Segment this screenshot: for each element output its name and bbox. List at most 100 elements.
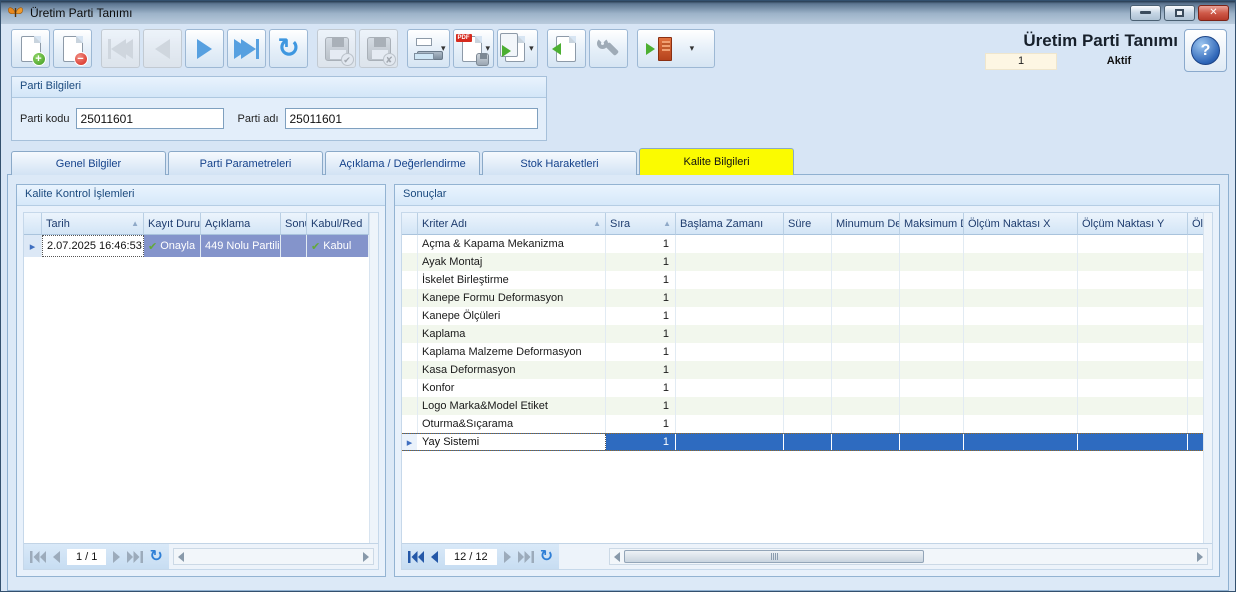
table-cell[interactable]: 1 xyxy=(606,361,676,379)
table-cell[interactable] xyxy=(784,434,832,450)
column-header-aciklama[interactable]: Açıklama xyxy=(201,213,281,235)
column-header-sira[interactable]: Sıra▲ xyxy=(606,213,676,235)
table-cell[interactable] xyxy=(784,325,832,343)
save-confirm-button[interactable]: ✔ xyxy=(317,29,356,68)
pager-first-button[interactable] xyxy=(408,551,424,563)
table-row[interactable]: İskelet Birleştirme1 xyxy=(402,271,1203,289)
table-cell[interactable] xyxy=(1078,397,1188,415)
row-indicator[interactable] xyxy=(402,253,418,271)
scroll-left-icon[interactable] xyxy=(178,552,184,562)
table-cell[interactable] xyxy=(676,397,784,415)
table-cell[interactable] xyxy=(832,253,900,271)
table-cell[interactable] xyxy=(784,361,832,379)
table-cell[interactable]: Kanepe Formu Deformasyon xyxy=(418,289,606,307)
refresh-button[interactable]: ↻ xyxy=(269,29,308,68)
previous-record-button[interactable] xyxy=(143,29,182,68)
tab-aciklama-degerlendirme[interactable]: Açıklama / Değerlendirme xyxy=(325,151,480,175)
table-cell[interactable] xyxy=(676,289,784,307)
table-cell[interactable] xyxy=(900,235,964,253)
table-cell[interactable]: 1 xyxy=(606,307,676,325)
row-indicator[interactable] xyxy=(402,343,418,361)
table-cell[interactable] xyxy=(1188,343,1203,361)
table-cell[interactable] xyxy=(1078,289,1188,307)
table-cell[interactable] xyxy=(1188,434,1203,450)
table-cell[interactable] xyxy=(964,235,1078,253)
table-cell[interactable] xyxy=(1078,415,1188,433)
table-cell[interactable] xyxy=(900,415,964,433)
table-cell[interactable] xyxy=(1188,397,1203,415)
row-indicator[interactable] xyxy=(402,325,418,343)
close-button[interactable]: ✕ xyxy=(1198,5,1229,21)
column-header-olcum[interactable]: Ölçüm xyxy=(1188,213,1203,235)
table-cell[interactable] xyxy=(900,325,964,343)
table-cell[interactable] xyxy=(900,343,964,361)
table-cell[interactable] xyxy=(832,434,900,450)
tab-stok-haraketleri[interactable]: Stok Haraketleri xyxy=(482,151,637,175)
table-cell[interactable] xyxy=(1078,271,1188,289)
table-cell[interactable]: 1 xyxy=(606,253,676,271)
cell-kabul-red[interactable]: ✔Kabul xyxy=(307,235,369,257)
table-row[interactable]: Logo Marka&Model Etiket1 xyxy=(402,397,1203,415)
row-indicator[interactable] xyxy=(402,235,418,253)
pager-last-button[interactable] xyxy=(518,551,534,563)
table-row[interactable]: Kasa Deformasyon1 xyxy=(402,361,1203,379)
table-cell[interactable] xyxy=(1078,307,1188,325)
table-cell[interactable]: İskelet Birleştirme xyxy=(418,271,606,289)
table-cell[interactable] xyxy=(964,307,1078,325)
table-cell[interactable] xyxy=(676,271,784,289)
scroll-right-icon[interactable] xyxy=(363,552,369,562)
table-cell[interactable] xyxy=(900,379,964,397)
pager-refresh-button[interactable]: ↻ xyxy=(540,549,553,565)
export-pdf-button[interactable]: PDF▾ xyxy=(453,29,495,68)
table-row[interactable]: ▸Yay Sistemi1 xyxy=(402,433,1203,451)
table-cell[interactable] xyxy=(1188,253,1203,271)
table-cell[interactable] xyxy=(832,325,900,343)
table-cell[interactable] xyxy=(1188,415,1203,433)
table-cell[interactable] xyxy=(832,235,900,253)
column-header-kayit-durum[interactable]: Kayıt Durur xyxy=(144,213,201,235)
table-cell[interactable] xyxy=(900,289,964,307)
pager-previous-button[interactable] xyxy=(52,551,61,563)
table-row[interactable]: Kaplama Malzeme Deformasyon1 xyxy=(402,343,1203,361)
table-cell[interactable]: 1 xyxy=(606,235,676,253)
import-document-button[interactable] xyxy=(547,29,586,68)
delete-record-button[interactable]: − xyxy=(53,29,92,68)
table-cell[interactable] xyxy=(784,307,832,325)
pager-next-button[interactable] xyxy=(112,551,121,563)
table-cell[interactable] xyxy=(1188,361,1203,379)
table-cell[interactable] xyxy=(1188,307,1203,325)
table-cell[interactable]: 1 xyxy=(606,343,676,361)
scroll-left-icon[interactable] xyxy=(614,552,620,562)
print-button[interactable]: ▾ xyxy=(407,29,450,68)
table-cell[interactable]: Yay Sistemi xyxy=(418,434,606,450)
column-header-kriter-adi[interactable]: Kriter Adı▲ xyxy=(418,213,606,235)
minimize-button[interactable] xyxy=(1130,5,1161,21)
left-vertical-scrollbar[interactable] xyxy=(369,213,378,543)
table-cell[interactable] xyxy=(676,434,784,450)
column-header-olcum-x[interactable]: Ölçüm Naktası X xyxy=(964,213,1078,235)
table-cell[interactable] xyxy=(964,415,1078,433)
table-row[interactable]: Ayak Montaj1 xyxy=(402,253,1203,271)
table-cell[interactable]: 1 xyxy=(606,415,676,433)
table-cell[interactable] xyxy=(676,361,784,379)
column-header-tarih[interactable]: Tarih▲ xyxy=(42,213,144,235)
table-cell[interactable] xyxy=(900,253,964,271)
table-cell[interactable] xyxy=(784,343,832,361)
table-cell[interactable] xyxy=(784,289,832,307)
table-cell[interactable] xyxy=(784,271,832,289)
row-indicator[interactable] xyxy=(402,271,418,289)
table-cell[interactable] xyxy=(784,379,832,397)
table-cell[interactable] xyxy=(900,361,964,379)
table-row[interactable]: Kanepe Ölçüleri1 xyxy=(402,307,1203,325)
table-cell[interactable]: Kanepe Ölçüleri xyxy=(418,307,606,325)
right-horizontal-scrollbar[interactable] xyxy=(609,548,1208,565)
pager-last-button[interactable] xyxy=(127,551,143,563)
table-cell[interactable] xyxy=(1078,325,1188,343)
column-header-sure[interactable]: Süre xyxy=(784,213,832,235)
table-row[interactable]: Konfor1 xyxy=(402,379,1203,397)
table-cell[interactable]: 1 xyxy=(606,397,676,415)
table-cell[interactable] xyxy=(1078,361,1188,379)
cell-kayit-durum[interactable]: ✔Onayla xyxy=(144,235,201,257)
table-cell[interactable]: 1 xyxy=(606,325,676,343)
column-header-maksimum[interactable]: Maksimum D xyxy=(900,213,964,235)
